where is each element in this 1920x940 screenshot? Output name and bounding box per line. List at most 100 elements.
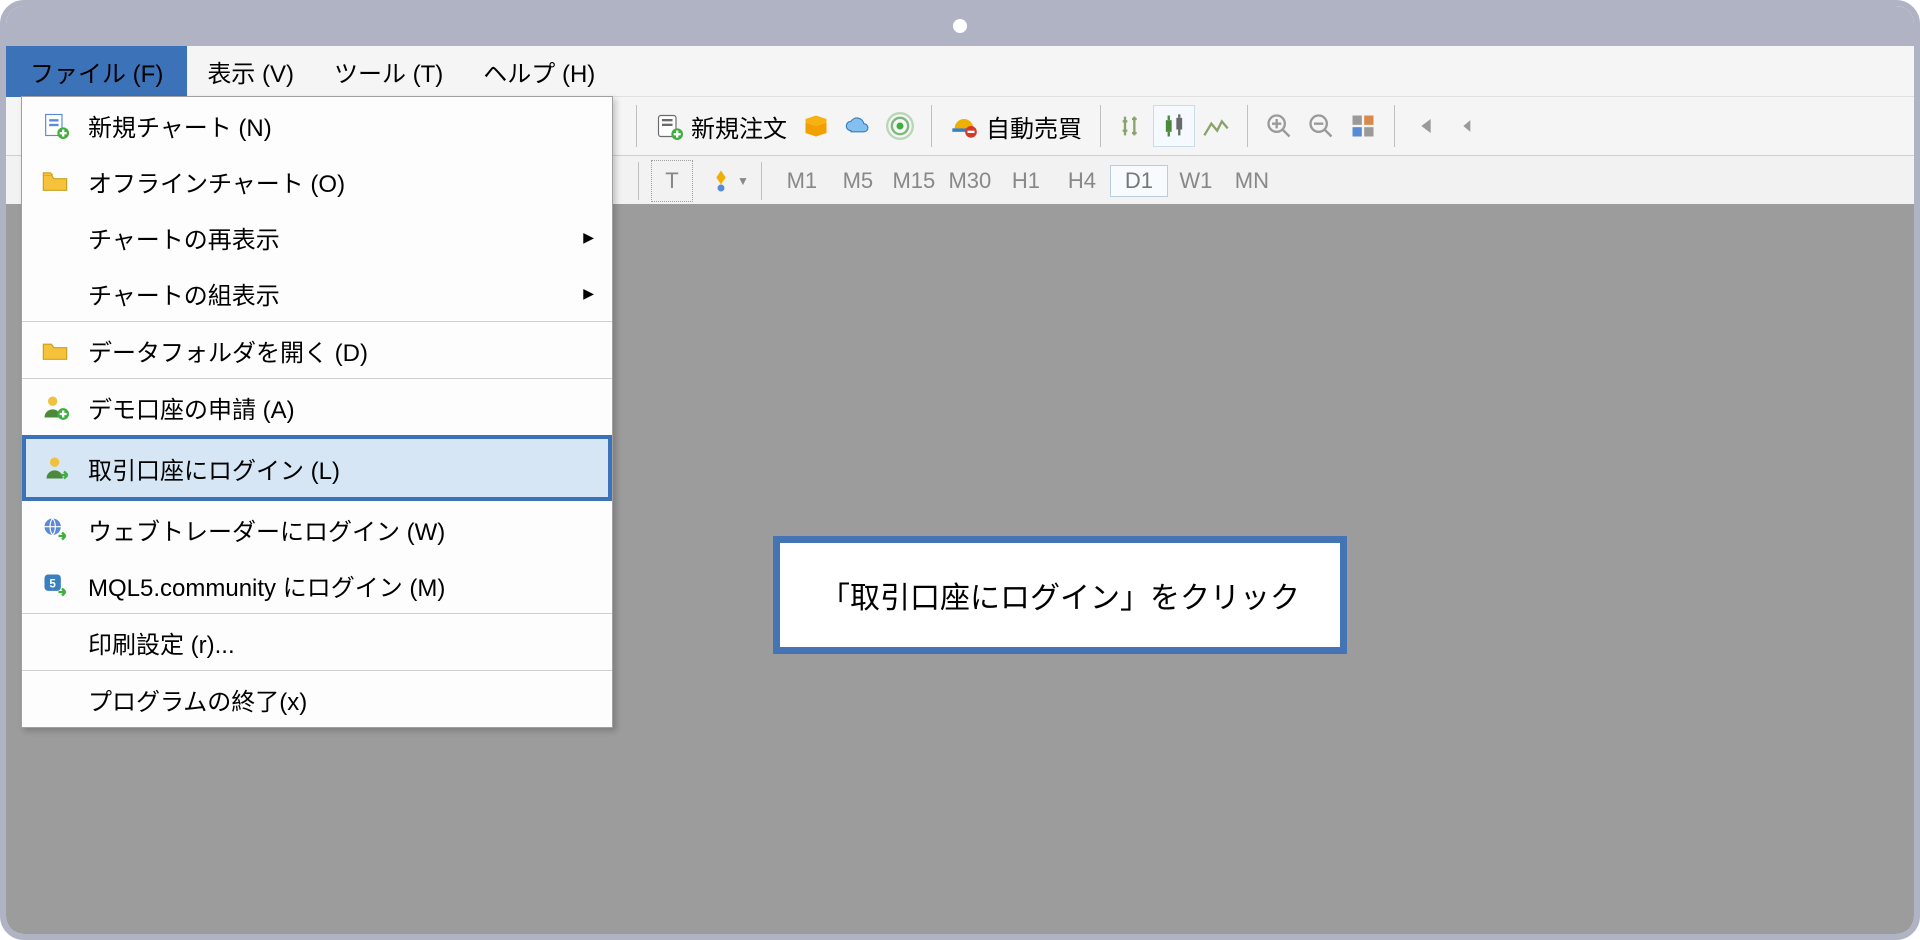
timeframe-d1-label: D1 bbox=[1125, 168, 1153, 193]
scroll-end-icon bbox=[1412, 112, 1440, 140]
candlestick-icon bbox=[1160, 112, 1188, 140]
toolbar-separator bbox=[636, 105, 637, 147]
bar-chart-icon bbox=[1118, 112, 1146, 140]
toolbar-separator bbox=[1394, 105, 1395, 147]
file-menu-chart-group[interactable]: チャートの組表示 ▶ bbox=[22, 265, 612, 322]
timeframe-m5[interactable]: M5 bbox=[830, 168, 886, 194]
menu-view-label: 表示 (V) bbox=[207, 61, 294, 88]
file-menu-login-mql5[interactable]: 5 MQL5.community にログイン (M) bbox=[22, 557, 612, 614]
book-icon-button[interactable] bbox=[795, 105, 837, 147]
timeframe-m30[interactable]: M30 bbox=[942, 168, 998, 194]
menu-help-label: ヘルプ (H) bbox=[483, 61, 595, 88]
file-menu-dropdown: 新規チャート (N) オフラインチャート (O) チャートの再表示 ▶ チャート… bbox=[21, 96, 613, 728]
timeframe-m30-label: M30 bbox=[948, 168, 991, 193]
new-order-button[interactable]: 新規注文 bbox=[647, 105, 795, 148]
line-chart-icon-button[interactable] bbox=[1195, 105, 1237, 147]
file-menu-exit-label: プログラムの終了(x) bbox=[88, 682, 594, 717]
cloud-icon-button[interactable] bbox=[837, 105, 879, 147]
grid-icon bbox=[1349, 112, 1377, 140]
user-login-icon bbox=[43, 454, 71, 482]
timeframe-h4[interactable]: H4 bbox=[1054, 168, 1110, 194]
timeframe-m1[interactable]: M1 bbox=[774, 168, 830, 194]
user-add-icon bbox=[41, 393, 69, 421]
auto-trade-label: 自動売買 bbox=[986, 109, 1082, 144]
title-bar bbox=[6, 6, 1914, 46]
objects-dropdown[interactable]: ▼ bbox=[707, 167, 749, 195]
svg-text:5: 5 bbox=[49, 577, 56, 590]
file-menu-redisplay-chart[interactable]: チャートの再表示 ▶ bbox=[22, 209, 612, 265]
folder-icon bbox=[41, 336, 69, 364]
new-order-label: 新規注文 bbox=[691, 109, 787, 144]
timeframe-w1-label: W1 bbox=[1179, 168, 1212, 193]
menu-bar: ファイル (F) 表示 (V) ツール (T) ヘルプ (H) bbox=[6, 46, 1914, 97]
file-menu-login-webtrader[interactable]: ウェブトレーダーにログイン (W) bbox=[22, 501, 612, 557]
file-menu-offline-chart-label: オフラインチャート (O) bbox=[88, 164, 594, 199]
mql5-icon: 5 bbox=[41, 571, 69, 599]
timeframe-h4-label: H4 bbox=[1068, 168, 1096, 193]
zoom-in-icon-button[interactable] bbox=[1258, 105, 1300, 147]
toolbar-separator bbox=[1247, 105, 1248, 147]
file-menu-new-chart[interactable]: 新規チャート (N) bbox=[22, 97, 612, 153]
globe-login-icon bbox=[41, 515, 69, 543]
zoom-in-icon bbox=[1265, 112, 1293, 140]
bar-chart-icon-button[interactable] bbox=[1111, 105, 1153, 147]
file-menu-login-trade[interactable]: 取引口座にログイン (L) bbox=[22, 435, 612, 501]
zoom-out-icon-button[interactable] bbox=[1300, 105, 1342, 147]
candlestick-icon-button[interactable] bbox=[1153, 105, 1195, 147]
signal-icon bbox=[886, 112, 914, 140]
file-menu-login-webtrader-label: ウェブトレーダーにログイン (W) bbox=[88, 512, 594, 547]
toolbar-separator bbox=[638, 162, 639, 200]
file-menu-open-data-folder[interactable]: データフォルダを開く (D) bbox=[22, 322, 612, 379]
open-folder-icon bbox=[41, 167, 69, 195]
shift-end-icon bbox=[1454, 112, 1482, 140]
file-menu-offline-chart[interactable]: オフラインチャート (O) bbox=[22, 153, 612, 209]
cloud-icon bbox=[844, 112, 872, 140]
submenu-arrow-icon: ▶ bbox=[583, 229, 594, 246]
annotation-callout: 「取引口座にログイン」をクリック bbox=[773, 536, 1347, 654]
text-tool-button[interactable]: T bbox=[651, 160, 693, 202]
timeframe-h1[interactable]: H1 bbox=[998, 168, 1054, 194]
file-menu-request-demo[interactable]: デモ口座の申請 (A) bbox=[22, 379, 612, 435]
file-menu-redisplay-chart-label: チャートの再表示 bbox=[88, 220, 583, 255]
file-menu-print-setup-label: 印刷設定 (r)... bbox=[88, 625, 594, 660]
timeframe-m15[interactable]: M15 bbox=[886, 168, 942, 194]
submenu-arrow-icon: ▶ bbox=[583, 285, 594, 302]
timeframe-m5-label: M5 bbox=[843, 168, 874, 193]
toolbar-separator bbox=[761, 162, 762, 200]
annotation-callout-box: 「取引口座にログイン」をクリック bbox=[773, 536, 1347, 654]
shift-end-icon-button[interactable] bbox=[1447, 105, 1489, 147]
new-chart-icon bbox=[41, 111, 69, 139]
line-chart-icon bbox=[1202, 112, 1230, 140]
menu-tools-label: ツール (T) bbox=[334, 61, 443, 88]
grid-icon-button[interactable] bbox=[1342, 105, 1384, 147]
menu-file-label: ファイル (F) bbox=[30, 61, 163, 88]
dropdown-caret-icon: ▼ bbox=[737, 174, 749, 188]
annotation-callout-text: 「取引口座にログイン」をクリック bbox=[820, 582, 1300, 615]
file-menu-exit[interactable]: プログラムの終了(x) bbox=[22, 671, 612, 727]
text-tool-icon: T bbox=[665, 168, 678, 194]
timeframe-h1-label: H1 bbox=[1012, 168, 1040, 193]
file-menu-request-demo-label: デモ口座の申請 (A) bbox=[88, 390, 594, 425]
timeframe-m1-label: M1 bbox=[787, 168, 818, 193]
menu-help[interactable]: ヘルプ (H) bbox=[463, 46, 615, 97]
menu-tools[interactable]: ツール (T) bbox=[314, 46, 463, 97]
timeframe-mn-label: MN bbox=[1235, 168, 1269, 193]
signal-icon-button[interactable] bbox=[879, 105, 921, 147]
objects-icon bbox=[707, 167, 735, 195]
file-menu-new-chart-label: 新規チャート (N) bbox=[88, 108, 594, 143]
file-menu-open-data-folder-label: データフォルダを開く (D) bbox=[88, 333, 594, 368]
menu-view[interactable]: 表示 (V) bbox=[187, 46, 314, 97]
toolbar-separator bbox=[1100, 105, 1101, 147]
menu-file[interactable]: ファイル (F) bbox=[6, 42, 187, 101]
toolbar-separator bbox=[931, 105, 932, 147]
zoom-out-icon bbox=[1307, 112, 1335, 140]
timeframe-d1[interactable]: D1 bbox=[1110, 165, 1168, 197]
scroll-end-icon-button[interactable] bbox=[1405, 105, 1447, 147]
app-window: ファイル (F) 表示 (V) ツール (T) ヘルプ (H) 新規注文 bbox=[0, 0, 1920, 940]
timeframe-mn[interactable]: MN bbox=[1224, 168, 1280, 194]
window-handle-dot bbox=[953, 19, 967, 33]
auto-trade-icon bbox=[950, 112, 978, 140]
file-menu-print-setup[interactable]: 印刷設定 (r)... bbox=[22, 614, 612, 671]
timeframe-w1[interactable]: W1 bbox=[1168, 168, 1224, 194]
auto-trade-button[interactable]: 自動売買 bbox=[942, 105, 1090, 148]
